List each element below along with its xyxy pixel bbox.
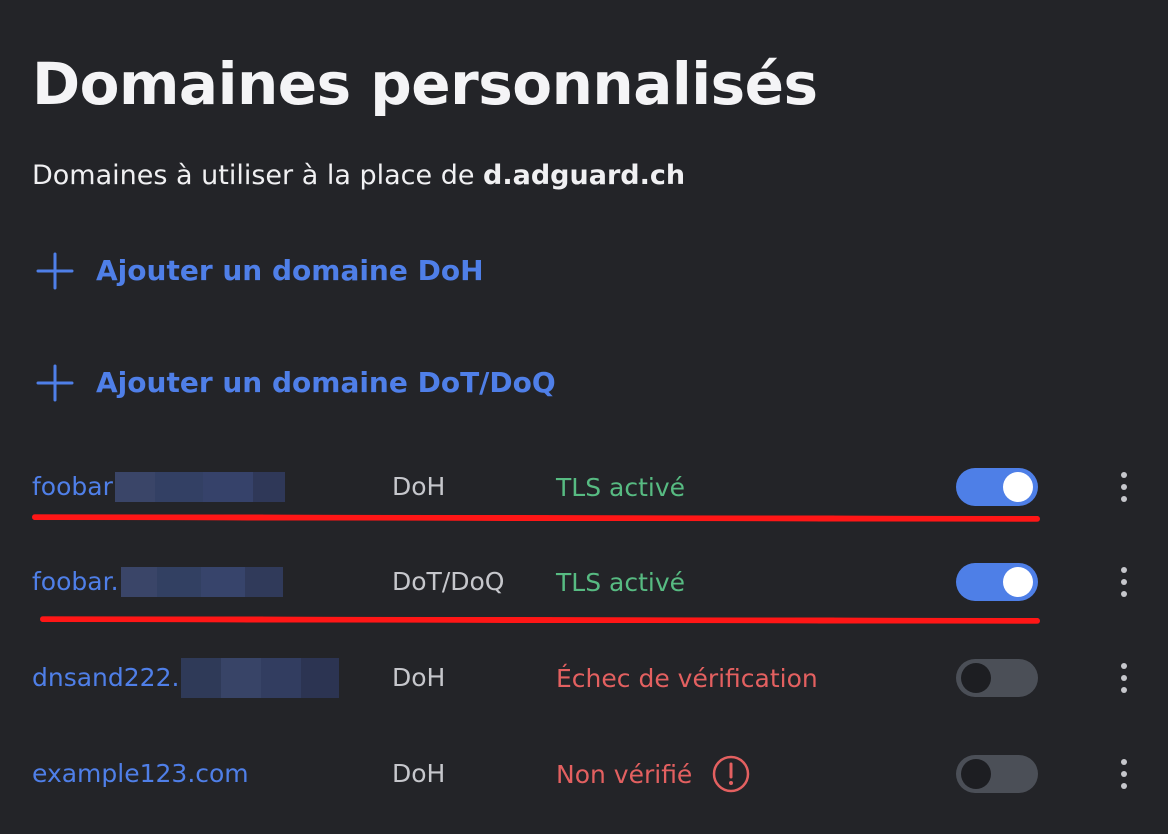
domain-status: Non vérifié — [556, 754, 750, 794]
domain-status-text: Non vérifié — [556, 759, 693, 789]
domain-cell: dnsand222. — [32, 658, 340, 698]
domain-enable-toggle[interactable] — [956, 755, 1038, 793]
domain-list: foobar DoH TLS activé foobar. DoT/DoQ TL… — [0, 0, 1168, 834]
kebab-menu-icon — [1121, 567, 1127, 597]
domain-cell: example123.com — [32, 754, 249, 794]
domain-row: foobar DoH TLS activé — [0, 457, 1168, 517]
domain-more-button[interactable] — [1110, 562, 1138, 602]
domain-link[interactable]: foobar. — [32, 565, 119, 599]
domain-protocol: DoH — [392, 759, 446, 788]
domain-status-text: Échec de vérification — [556, 663, 818, 693]
domain-more-button[interactable] — [1110, 658, 1138, 698]
redacted-domain-part — [181, 658, 340, 698]
exclamation-circle-icon[interactable] — [712, 755, 750, 793]
domain-cell: foobar — [32, 467, 285, 507]
toggle-knob — [1003, 567, 1033, 597]
domain-row: dnsand222. DoH Échec de vérification — [0, 648, 1168, 708]
domain-status-text: TLS activé — [556, 567, 686, 597]
domain-enable-toggle[interactable] — [956, 659, 1038, 697]
toggle-knob — [961, 663, 991, 693]
toggle-knob — [961, 759, 991, 789]
domain-link[interactable]: dnsand222. — [32, 661, 179, 695]
domain-link[interactable]: foobar — [32, 470, 113, 504]
kebab-menu-icon — [1121, 472, 1127, 502]
domain-protocol: DoH — [392, 472, 446, 501]
domain-status: TLS activé — [556, 562, 685, 602]
redacted-domain-part — [120, 567, 283, 597]
domain-status: TLS activé — [556, 467, 685, 507]
redacted-domain-part — [114, 472, 285, 502]
domain-more-button[interactable] — [1110, 467, 1138, 507]
domain-cell: foobar. — [32, 562, 283, 602]
domain-protocol: DoT/DoQ — [392, 567, 505, 596]
domain-status: Échec de vérification — [556, 658, 818, 698]
domain-enable-toggle[interactable] — [956, 563, 1038, 601]
domain-protocol: DoH — [392, 663, 446, 692]
domain-status-text: TLS activé — [556, 472, 686, 502]
domain-row: example123.com DoH Non vérifié — [0, 744, 1168, 804]
domain-row: foobar. DoT/DoQ TLS activé — [0, 552, 1168, 612]
kebab-menu-icon — [1121, 759, 1127, 789]
domain-more-button[interactable] — [1110, 754, 1138, 794]
custom-domains-page: Domaines personnalisés Domaines à utilis… — [0, 0, 1168, 834]
kebab-menu-icon — [1121, 663, 1127, 693]
domain-link[interactable]: example123.com — [32, 757, 249, 791]
domain-enable-toggle[interactable] — [956, 468, 1038, 506]
toggle-knob — [1003, 472, 1033, 502]
